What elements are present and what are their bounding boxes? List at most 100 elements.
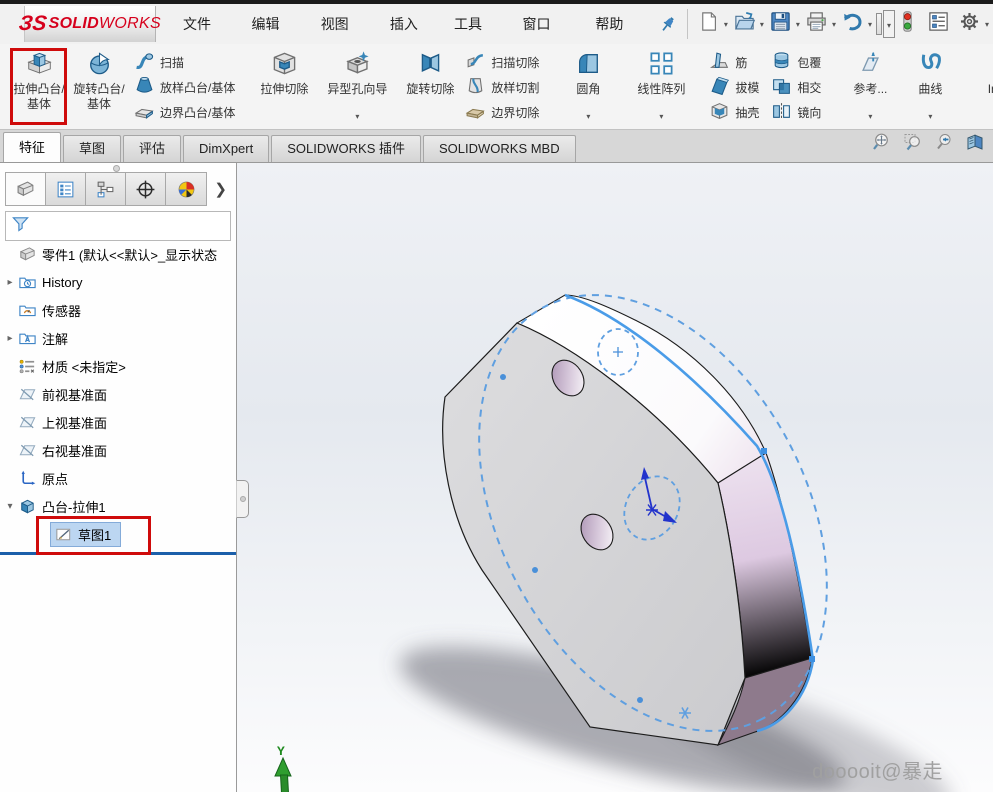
ribbon-linear-pattern-button[interactable]: 线性阵列▾ — [618, 47, 704, 127]
featuremanager-tab[interactable] — [6, 173, 46, 205]
expander-closed-icon[interactable]: ▸ — [2, 277, 18, 288]
tree-item-top-plane[interactable]: 上视基准面 — [0, 408, 236, 436]
chevron-down-icon[interactable]: ▾ — [985, 20, 989, 29]
tree-item-history[interactable]: ▸History — [0, 268, 236, 296]
menu-tools[interactable]: 工具(T) — [441, 4, 509, 44]
chevron-down-icon[interactable]: ▾ — [868, 109, 872, 127]
panel-manager-tabs — [5, 172, 207, 206]
panel-drag-dot[interactable] — [113, 165, 120, 172]
ribbon-stack: 包覆相交镜向 — [766, 47, 828, 127]
orientation-triad: Y — [269, 744, 299, 792]
menu-insert[interactable]: 插入(I) — [377, 4, 441, 44]
tree-item-sensors[interactable]: 传感器 — [0, 296, 236, 324]
print-icon — [805, 10, 828, 38]
ribbon-hole-wizard-button[interactable]: 异型孔向导 ▾ — [314, 47, 400, 127]
menubar-separator — [687, 9, 688, 39]
ribbon-lofted-cut-button[interactable]: 放样切割 — [462, 75, 544, 100]
ribbon-extruded-cut-button[interactable]: 拉伸切除 — [254, 47, 314, 127]
chevron-down-icon[interactable]: ▾ — [760, 20, 764, 29]
menu-view[interactable]: 视图(V) — [308, 4, 377, 44]
ribbon-instant3d-button[interactable]: Instant3D — [972, 47, 993, 127]
tab-sw-addins[interactable]: SOLIDWORKS 插件 — [271, 135, 421, 162]
selected-tree-item[interactable]: 草图1 — [50, 522, 121, 547]
undo-button[interactable] — [840, 9, 865, 39]
tab-sw-mbd[interactable]: SOLIDWORKS MBD — [423, 135, 576, 162]
tree-item-part-label: 零件1 (默认<<默认>_显示状态 — [42, 245, 217, 264]
chevron-down-icon[interactable]: ▾ — [355, 109, 359, 127]
part-model-scene[interactable] — [237, 163, 993, 792]
tab-sketch[interactable]: 草图 — [63, 135, 121, 162]
chevron-down-icon[interactable]: ▾ — [659, 109, 663, 127]
ribbon-extruded-boss-base-button[interactable]: 拉伸凸台/基体 — [9, 47, 69, 127]
tab-features[interactable]: 特征 — [3, 132, 61, 162]
ribbon-wrap-button[interactable]: 包覆 — [768, 50, 826, 75]
tree-item-part[interactable]: 零件1 (默认<<默认>_显示状态 — [0, 240, 236, 268]
ribbon-boundary-boss-button[interactable]: 边界凸台/基体 — [131, 100, 240, 125]
panel-splitter-handle[interactable] — [236, 480, 249, 518]
new-document-button[interactable] — [696, 9, 721, 39]
chevron-down-icon[interactable]: ▾ — [724, 20, 728, 29]
graphics-viewport[interactable]: Y dooooit@暴走 — [237, 163, 993, 792]
open-document-button[interactable] — [732, 9, 757, 39]
ribbon-curves-button[interactable]: 曲线▾ — [900, 47, 960, 127]
rollback-bar[interactable] — [0, 552, 236, 555]
previous-view-icon[interactable] — [934, 132, 954, 157]
lofted-boss-icon — [134, 75, 160, 99]
save-button[interactable] — [768, 9, 793, 39]
menu-window[interactable]: 窗口(W) — [510, 4, 583, 44]
ribbon-boundary-cut-button[interactable]: 边界切除 — [462, 100, 544, 125]
expander-closed-icon[interactable]: ▸ — [2, 333, 18, 344]
ribbon-fillet-label: 圆角 — [576, 82, 600, 97]
dimxpertmanager-tab[interactable] — [126, 173, 166, 205]
tree-item-front-plane[interactable]: 前视基准面 — [0, 380, 236, 408]
ribbon-revolved-cut-button[interactable]: 旋转切除 — [400, 47, 460, 127]
expander-open-icon[interactable]: ▾ — [2, 501, 18, 512]
propertymanager-tab[interactable] — [46, 173, 86, 205]
zoom-fit-icon[interactable] — [872, 132, 892, 157]
chevron-right-icon[interactable]: ❯ — [207, 172, 231, 206]
command-tab-bar: 特征草图评估DimXpertSOLIDWORKS 插件SOLIDWORKS MB… — [0, 130, 993, 163]
print-button[interactable] — [804, 9, 829, 39]
configurationmanager-tab[interactable] — [86, 173, 126, 205]
ribbon-hole-wizard-label: 异型孔向导 — [327, 82, 387, 97]
tree-item-annotations[interactable]: ▸注解 — [0, 324, 236, 352]
ribbon-shell-button[interactable]: 抽壳 — [706, 100, 764, 125]
chevron-down-icon[interactable]: ▾ — [832, 20, 836, 29]
tree-item-sketch1[interactable]: 草图1 — [0, 520, 236, 548]
tree-item-boss-extrude1[interactable]: ▾凸台-拉伸1 — [0, 492, 236, 520]
select-dropdown[interactable]: ▾ — [883, 10, 895, 38]
ribbon-fillet-button[interactable]: 圆角 ▾ — [558, 47, 618, 127]
ribbon-intersect-button[interactable]: 相交 — [768, 75, 826, 100]
chevron-down-icon[interactable]: ▾ — [586, 109, 590, 127]
tree-item-origin[interactable]: 原点 — [0, 464, 236, 492]
tab-dimxpert[interactable]: DimXpert — [183, 135, 269, 162]
ribbon-revolved-boss-base-button[interactable]: 旋转凸台/基体 — [69, 47, 129, 127]
ribbon-reference-geometry-button[interactable]: 参考...▾ — [840, 47, 900, 127]
options-icon — [958, 10, 981, 38]
file-properties-button[interactable] — [926, 9, 951, 39]
menu-file[interactable]: 文件(F) — [170, 4, 238, 44]
ribbon-rib-button[interactable]: 筋 — [706, 50, 764, 75]
ribbon-mirror-button[interactable]: 镜向 — [768, 100, 826, 125]
menu-help[interactable]: 帮助(H) — [582, 4, 652, 44]
ribbon-swept-cut-button[interactable]: 扫描切除 — [462, 50, 544, 75]
chevron-down-icon[interactable]: ▾ — [796, 20, 800, 29]
options-button[interactable] — [957, 9, 982, 39]
ribbon-draft-button[interactable]: 拔模 — [706, 75, 764, 100]
displaymanager-tab[interactable] — [166, 173, 206, 205]
select-button[interactable] — [876, 13, 882, 35]
pin-menubar-button[interactable] — [654, 14, 681, 34]
logo-solid: SOLID — [49, 15, 99, 33]
tree-item-material[interactable]: 材质 <未指定> — [0, 352, 236, 380]
ribbon-lofted-boss-button[interactable]: 放样凸台/基体 — [131, 75, 240, 100]
menu-edit[interactable]: 编辑(E) — [238, 4, 307, 44]
chevron-down-icon[interactable]: ▾ — [928, 109, 932, 127]
section-view-icon[interactable] — [965, 132, 985, 157]
rebuild-button[interactable] — [895, 9, 920, 39]
ribbon-swept-boss-button[interactable]: 扫描 — [131, 50, 240, 75]
zoom-area-icon[interactable] — [903, 132, 923, 157]
chevron-down-icon[interactable]: ▾ — [868, 20, 872, 29]
tab-evaluate[interactable]: 评估 — [123, 135, 181, 162]
tree-item-right-plane[interactable]: 右视基准面 — [0, 436, 236, 464]
origin-icon — [18, 469, 37, 488]
